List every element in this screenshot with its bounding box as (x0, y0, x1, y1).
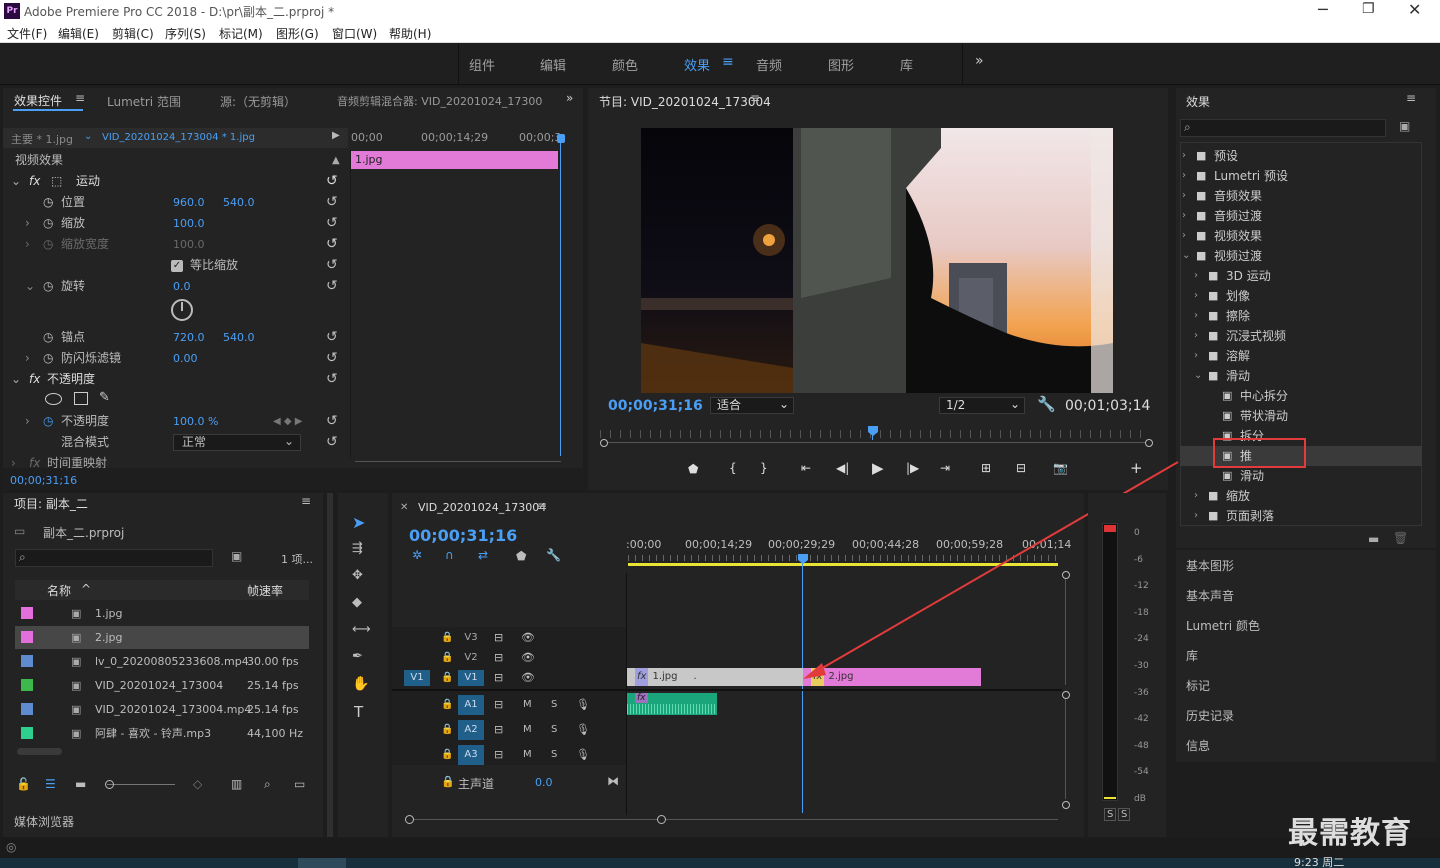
meter-scale-label: -54 (1134, 767, 1149, 778)
solo-left-button[interactable]: S (1104, 808, 1117, 821)
taskbar: 9:23 周二 (0, 856, 1440, 868)
meter-scale-label: -30 (1134, 661, 1149, 671)
annotation-arrow (803, 461, 1179, 679)
meter-scale-label: -36 (1134, 687, 1149, 698)
meter-scale-label: -42 (1134, 714, 1149, 725)
meter-scale-label: 0 (1134, 528, 1140, 538)
status-icon: ◎ (6, 840, 17, 854)
solo-right-button[interactable]: S (1118, 808, 1131, 821)
meter-scale-label: -6 (1134, 554, 1143, 565)
meter-scale-label: -12 (1134, 581, 1149, 592)
audio-meter: 0 -6 -12 -18 -24 -30 -36 -42 -48 -54 dB S S (1088, 493, 1166, 837)
meter-scale-label: -48 (1134, 740, 1149, 751)
taskbar-clock: 9:23 周二 (1294, 856, 1345, 868)
status-bar: ◎ (0, 838, 1440, 858)
meter-scale-label: dB (1134, 794, 1146, 804)
meter-scale-label: -18 (1134, 607, 1149, 618)
meter-scale-label: -24 (1134, 634, 1149, 645)
watermark: 最需教育 (1288, 816, 1412, 851)
